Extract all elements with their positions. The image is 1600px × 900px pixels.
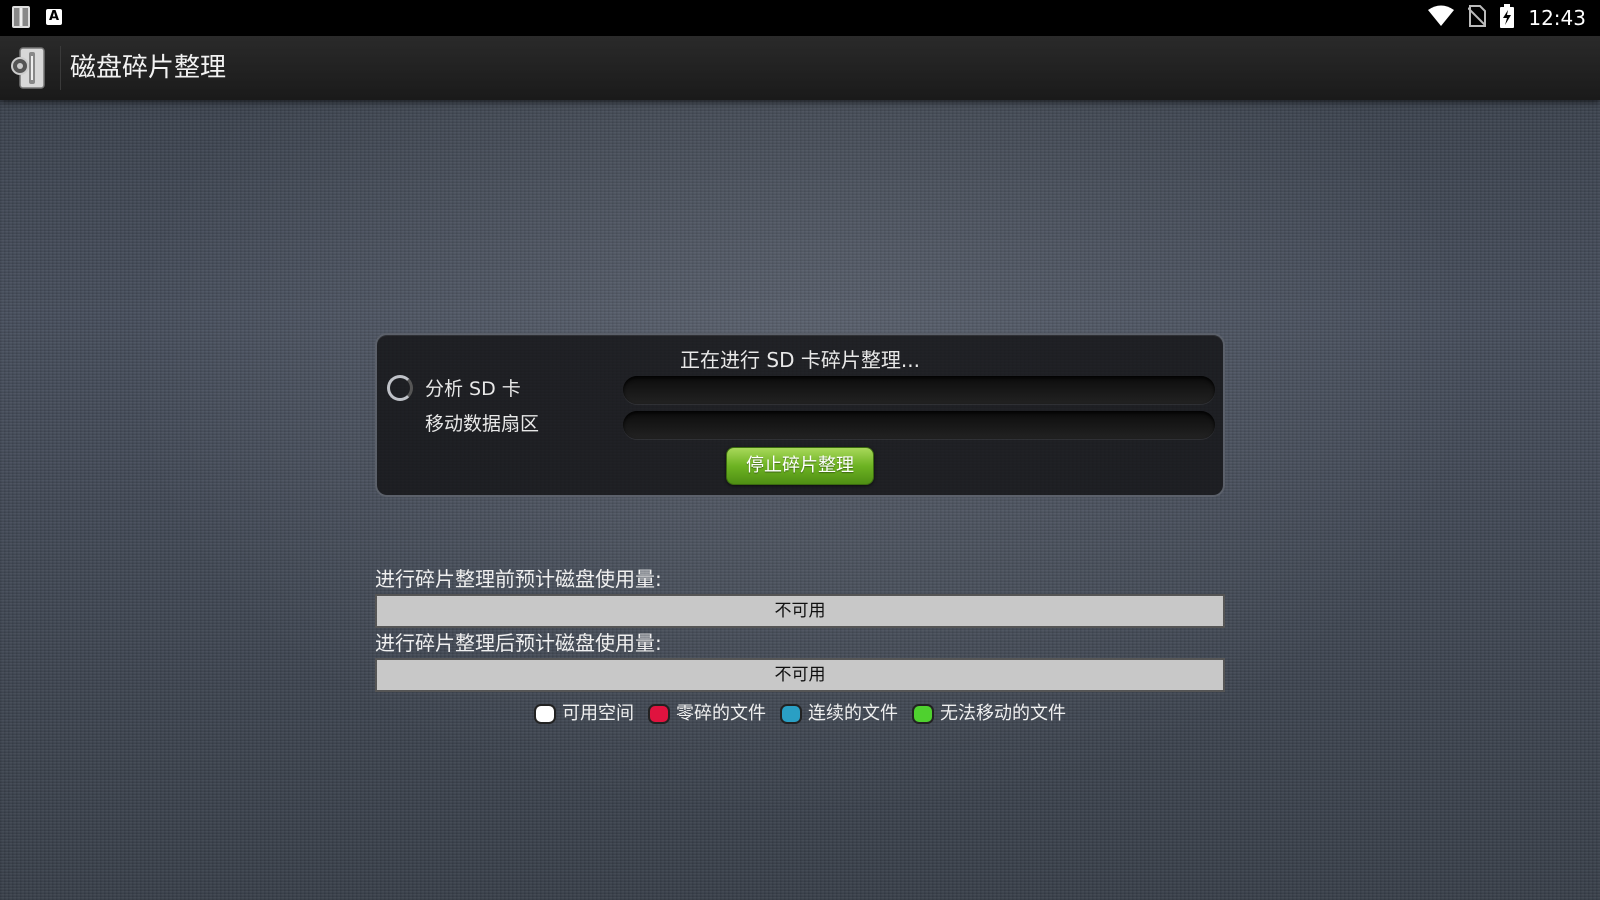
clock-time: 12:43	[1528, 6, 1586, 30]
legend-item-contiguous: 连续的文件	[780, 702, 898, 726]
contiguous-swatch-icon	[780, 704, 802, 724]
legend: 可用空间 零碎的文件 连续的文件 无法移动的文件	[0, 702, 1600, 726]
legend-label: 无法移动的文件	[940, 703, 1066, 724]
legend-label: 可用空间	[562, 703, 634, 724]
status-bar: A 12:43	[0, 0, 1600, 36]
usage-after-bar: 不可用	[375, 658, 1225, 692]
usage-before-label: 进行碎片整理前预计磁盘使用量:	[375, 567, 662, 591]
legend-item-unmovable: 无法移动的文件	[912, 702, 1066, 726]
keyboard-a-icon: A	[46, 9, 62, 25]
analyze-progress-bar	[623, 376, 1215, 404]
analyze-sd-label: 分析 SD 卡	[425, 378, 521, 400]
free-space-swatch-icon	[534, 704, 556, 724]
defrag-status-text: 正在进行 SD 卡碎片整理...	[680, 348, 920, 372]
defrag-app-icon[interactable]	[10, 46, 46, 90]
battery-charging-icon	[1500, 4, 1515, 32]
move-sectors-progress-bar	[623, 411, 1215, 439]
legend-label: 零碎的文件	[676, 703, 766, 724]
wifi-icon	[1428, 5, 1455, 31]
action-bar: 磁盘碎片整理	[0, 36, 1600, 100]
no-sim-icon	[1467, 5, 1488, 31]
status-bar-right: 12:43	[1428, 4, 1586, 32]
move-sectors-label: 移动数据扇区	[425, 413, 540, 435]
usage-before-bar: 不可用	[375, 594, 1225, 628]
legend-item-free-space: 可用空间	[534, 702, 634, 726]
status-bar-left: A	[12, 6, 62, 28]
fragmented-swatch-icon	[648, 704, 670, 724]
app-title: 磁盘碎片整理	[70, 53, 227, 83]
legend-label: 连续的文件	[808, 703, 898, 724]
action-bar-divider	[60, 46, 61, 90]
defrag-app-icon	[12, 6, 30, 28]
unmovable-swatch-icon	[912, 704, 934, 724]
loading-spinner-icon	[387, 375, 413, 401]
defrag-progress-panel: 正在进行 SD 卡碎片整理... 分析 SD 卡 移动数据扇区 停止碎片整理	[375, 333, 1225, 497]
legend-item-fragmented: 零碎的文件	[648, 702, 766, 726]
stop-defrag-button[interactable]: 停止碎片整理	[726, 447, 874, 485]
usage-after-label: 进行碎片整理后预计磁盘使用量:	[375, 631, 662, 655]
